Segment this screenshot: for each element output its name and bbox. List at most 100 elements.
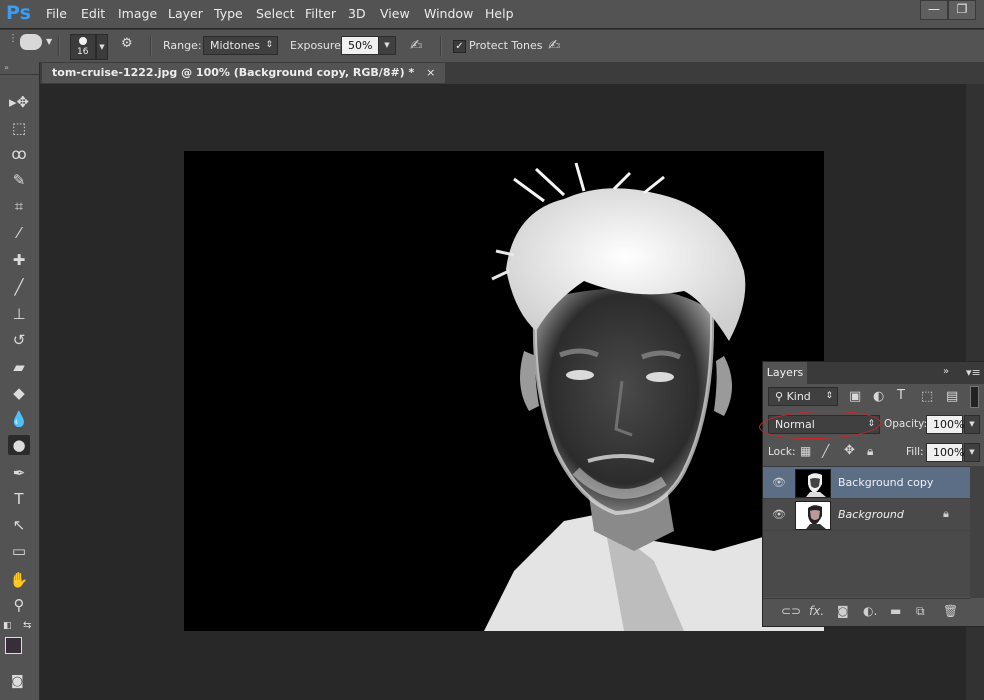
path-selection-tool-icon[interactable]: ↖ xyxy=(8,515,30,535)
collapse-panel-icon[interactable]: » xyxy=(943,366,949,377)
layer-list-scrollbar[interactable] xyxy=(970,466,984,598)
collapse-toolbar-icon[interactable]: » xyxy=(4,63,9,72)
rectangle-tool-icon[interactable]: ▭ xyxy=(8,541,30,561)
sponge-preset-icon[interactable] xyxy=(20,34,42,50)
brush-tip-icon xyxy=(79,37,87,45)
add-mask-icon[interactable]: ◙ xyxy=(837,604,849,618)
panel-menu-icon[interactable]: ▾≡ xyxy=(966,366,981,379)
close-tab-icon[interactable]: × xyxy=(426,66,435,79)
clone-stamp-tool-icon[interactable]: ⊥ xyxy=(8,304,30,324)
type-tool-icon[interactable]: T xyxy=(8,489,30,509)
brush-dropdown-chevron-icon[interactable]: ▼ xyxy=(96,34,108,60)
quick-selection-tool-icon[interactable]: ✎ xyxy=(8,170,30,190)
document-image[interactable] xyxy=(184,151,824,631)
restore-button[interactable]: ❐ xyxy=(948,0,976,20)
eraser-tool-icon[interactable]: ▰ xyxy=(8,357,30,377)
opacity-slider-chevron-icon[interactable]: ▼ xyxy=(964,415,980,434)
shape-filter-icon[interactable]: ⬚ xyxy=(921,389,933,404)
visibility-eye-icon[interactable]: 👁︎ xyxy=(772,508,786,521)
menu-bar: Ps File Edit Image Layer Type Select Fil… xyxy=(0,0,984,28)
visibility-eye-icon[interactable]: 👁︎ xyxy=(772,476,786,489)
lasso-tool-icon[interactable]: ꝏ xyxy=(8,144,30,164)
menu-window[interactable]: Window xyxy=(424,6,473,21)
layer-row-background-copy[interactable]: 👁︎ Background copy xyxy=(763,467,970,499)
menu-edit[interactable]: Edit xyxy=(81,6,105,21)
preset-chevron-icon[interactable]: ▼ xyxy=(46,37,52,46)
history-brush-tool-icon[interactable]: ↺ xyxy=(8,330,30,350)
type-filter-icon[interactable]: T xyxy=(897,388,905,403)
menu-type[interactable]: Type xyxy=(214,6,243,21)
pressure-size-icon[interactable]: ✍ xyxy=(548,36,561,54)
lock-transparency-icon[interactable]: ▦ xyxy=(800,444,811,458)
zoom-tool-icon[interactable]: ⚲ xyxy=(8,595,30,615)
fill-value: 100% xyxy=(933,446,965,459)
opacity-label: Opacity: xyxy=(884,418,928,430)
minimize-button[interactable]: — xyxy=(920,0,948,20)
separator xyxy=(150,36,152,56)
menu-filter[interactable]: Filter xyxy=(305,6,336,21)
adjustment-filter-icon[interactable]: ◐ xyxy=(873,389,884,404)
foreground-color-swatch[interactable] xyxy=(5,637,22,654)
healing-brush-tool-icon[interactable]: ✚ xyxy=(8,250,30,270)
adjustment-layer-icon[interactable]: ◐. xyxy=(863,604,877,618)
sponge-tool-icon[interactable]: ● xyxy=(8,435,30,455)
delete-layer-icon[interactable]: 🗑︎ xyxy=(943,604,958,618)
airbrush-icon[interactable]: ✍ xyxy=(410,36,423,54)
pen-tool-icon[interactable]: ✒ xyxy=(8,463,30,483)
lock-pixels-icon[interactable]: ╱ xyxy=(822,444,829,458)
menu-file[interactable]: File xyxy=(46,6,67,21)
lock-position-icon[interactable]: ✥ xyxy=(844,443,855,458)
tab-layers[interactable]: Layers xyxy=(763,362,807,384)
fx-icon[interactable]: fx. xyxy=(809,604,824,618)
lock-label: Lock: xyxy=(768,446,796,458)
swap-colors-icon[interactable]: ⇆ xyxy=(23,620,31,631)
opacity-value: 100% xyxy=(933,418,965,431)
quick-mask-icon[interactable]: ◙ xyxy=(11,674,24,689)
eyedropper-tool-icon[interactable]: ⁄ xyxy=(8,223,30,243)
layer-filter-dropdown[interactable]: ⚲ Kind ⇕ xyxy=(768,387,838,406)
lock-all-icon[interactable]: 🔒︎ xyxy=(867,444,873,459)
filter-toggle-switch[interactable] xyxy=(970,386,979,408)
layer-name[interactable]: Background xyxy=(838,508,904,521)
opacity-input[interactable]: 100% xyxy=(926,415,965,434)
blur-tool-icon[interactable]: 💧 xyxy=(8,409,30,429)
crop-tool-icon[interactable]: ⌗ xyxy=(8,196,30,216)
brush-tool-icon[interactable]: ╱ xyxy=(8,277,30,297)
paint-bucket-tool-icon[interactable]: ◆ xyxy=(8,383,30,403)
new-group-icon[interactable]: ▬ xyxy=(890,604,901,618)
hand-tool-icon[interactable]: ✋ xyxy=(8,570,30,590)
smart-object-filter-icon[interactable]: ▤ xyxy=(946,389,958,404)
fill-input[interactable]: 100% xyxy=(926,443,965,462)
layer-row-background[interactable]: 👁︎ Background 🔒︎ xyxy=(763,499,970,531)
brush-size-picker[interactable]: 16 xyxy=(70,34,96,60)
fill-slider-chevron-icon[interactable]: ▼ xyxy=(964,443,980,462)
exposure-input[interactable]: 50% xyxy=(341,36,379,55)
brush-panel-toggle-icon[interactable]: ⚙ xyxy=(121,36,139,54)
link-layers-icon[interactable]: ⊂⊃ xyxy=(781,604,801,618)
layer-name[interactable]: Background copy xyxy=(838,476,933,489)
marquee-tool-icon[interactable]: ⬚ xyxy=(8,118,30,138)
layers-panel-footer: ⊂⊃ fx. ◙ ◐. ▬ ⧉ 🗑︎ xyxy=(763,598,970,625)
search-icon: ⚲ xyxy=(775,390,784,403)
layer-thumbnail xyxy=(795,469,831,498)
menu-layer[interactable]: Layer xyxy=(168,6,203,21)
range-dropdown[interactable]: Midtones ⇕ xyxy=(203,36,278,55)
document-title: tom-cruise-1222.jpg @ 100% (Background c… xyxy=(52,66,415,79)
protect-tones-checkbox[interactable]: ✓ xyxy=(453,40,466,53)
filter-kind-value: Kind xyxy=(786,390,811,403)
menu-3d[interactable]: 3D xyxy=(348,6,366,21)
fill-label: Fill: xyxy=(906,446,924,458)
annotation-circle xyxy=(758,408,882,442)
new-layer-icon[interactable]: ⧉ xyxy=(916,604,925,619)
menu-image[interactable]: Image xyxy=(118,6,157,21)
menu-help[interactable]: Help xyxy=(485,6,514,21)
document-tab[interactable]: tom-cruise-1222.jpg @ 100% (Background c… xyxy=(42,63,446,83)
menu-select[interactable]: Select xyxy=(256,6,295,21)
default-colors-icon[interactable]: ◧ xyxy=(3,621,12,631)
exposure-slider-chevron-icon[interactable]: ▼ xyxy=(378,36,396,55)
layers-panel: Layers » ▾≡ ⚲ Kind ⇕ ▣ ◐ T ⬚ ▤ Normal ⇕ … xyxy=(758,361,984,627)
move-tool-icon[interactable]: ▸✥ xyxy=(8,92,30,112)
layer-thumbnail xyxy=(795,501,831,530)
pixel-filter-icon[interactable]: ▣ xyxy=(849,389,861,404)
menu-view[interactable]: View xyxy=(380,6,410,21)
